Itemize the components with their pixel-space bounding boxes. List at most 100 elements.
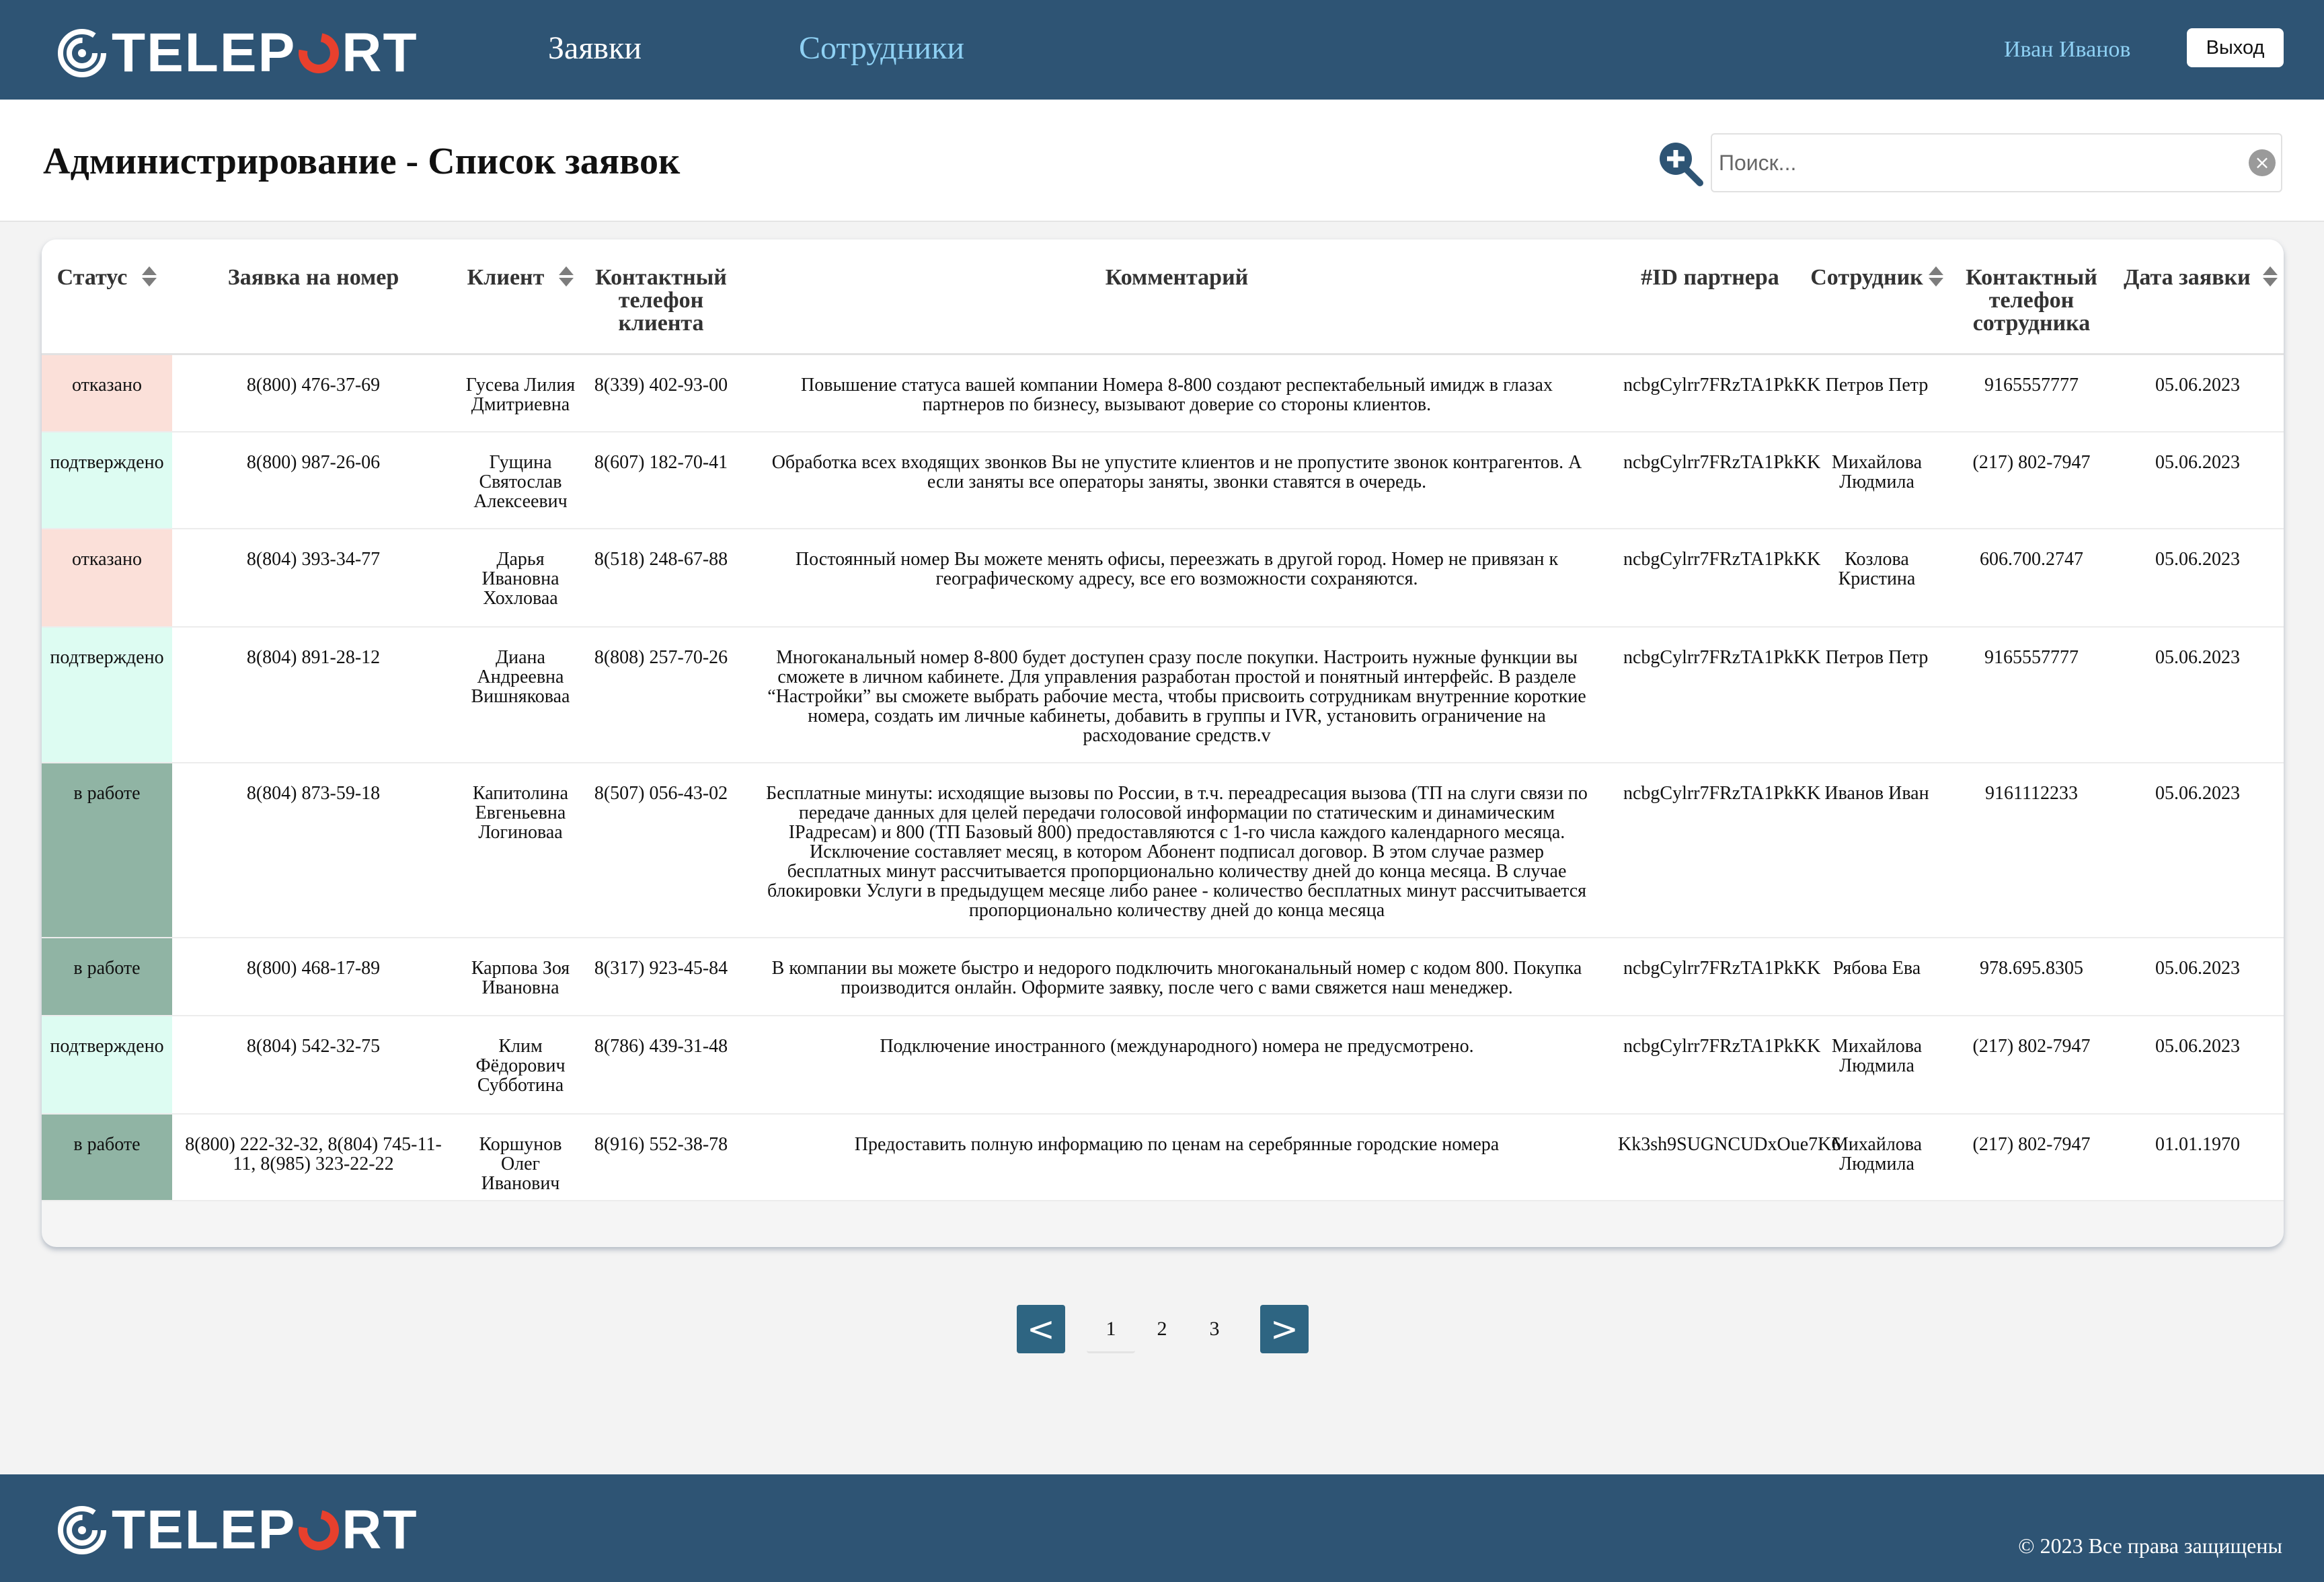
date-cell: 05.06.2023 bbox=[2112, 938, 2284, 1016]
nav-link-requests[interactable]: Заявки bbox=[548, 27, 642, 70]
client-cell: Капитолина Евгеньевна Логиноваа bbox=[455, 763, 586, 938]
employee-phone-cell: 9165557777 bbox=[1951, 627, 2112, 763]
partner-id-cell: ncbgCylrr7FRzTA1PkKK bbox=[1618, 529, 1820, 628]
column-header-employee[interactable]: Сотрудник bbox=[1802, 239, 1951, 355]
client-cell: Гусева Лилия Дмитриевна bbox=[455, 354, 586, 432]
spiral-logo-icon bbox=[56, 28, 108, 79]
comment-cell: Многоканальный номер 8-800 будет доступе… bbox=[736, 627, 1618, 763]
table-row[interactable]: подтверждено 8(800) 987-26-06 Гущина Свя… bbox=[42, 432, 2284, 529]
table-row[interactable]: отказано 8(800) 476-37-69 Гусева Лилия Д… bbox=[42, 354, 2284, 432]
partner-id-cell: ncbgCylrr7FRzTA1PkKK bbox=[1618, 354, 1820, 432]
table-header-row: Статус Заявка на номер Клиент Контактный… bbox=[42, 239, 2284, 355]
table-row[interactable]: подтверждено 8(804) 891-28-12 Диана Андр… bbox=[42, 627, 2284, 763]
status-cell: подтверждено bbox=[42, 1016, 172, 1115]
top-navbar: TELEP RT Заявки Сотрудники Иван Иванов Вы… bbox=[0, 0, 2324, 100]
employee-cell: Михайлова Людмила bbox=[1802, 1016, 1951, 1115]
number-cell: 8(800) 222-32-32, 8(804) 745-11-11, 8(98… bbox=[172, 1114, 455, 1201]
client-cell: Гущина Святослав Алексеевич bbox=[455, 432, 586, 529]
partner-id-cell: ncbgCylrr7FRzTA1PkKK bbox=[1618, 627, 1820, 763]
table-row[interactable]: в работе 8(800) 222-32-32, 8(804) 745-11… bbox=[42, 1114, 2284, 1201]
partner-id-cell: Kk3sh9SUGNCUDxOue7K6 bbox=[1618, 1114, 1841, 1201]
logout-button[interactable]: Выход bbox=[2187, 28, 2284, 67]
number-cell: 8(804) 891-28-12 bbox=[172, 627, 455, 763]
pagination-page-2[interactable]: 2 bbox=[1143, 1305, 1181, 1353]
requests-table: Статус Заявка на номер Клиент Контактный… bbox=[42, 239, 2284, 1201]
logo-wordmark: TELEP RT bbox=[112, 22, 418, 83]
client-cell: Дарья Ивановна Хохловаа bbox=[455, 529, 586, 628]
status-cell: отказано bbox=[42, 354, 172, 432]
sort-icon[interactable] bbox=[559, 266, 574, 287]
table-row[interactable]: отказано 8(804) 393-34-77 Дарья Ивановна… bbox=[42, 529, 2284, 628]
column-header-date[interactable]: Дата заявки bbox=[2112, 239, 2284, 355]
comment-cell: Предоставить полную информацию по ценам … bbox=[736, 1114, 1618, 1201]
column-header-label: Сотрудник bbox=[1810, 265, 1923, 290]
status-cell: отказано bbox=[42, 529, 172, 628]
client-phone-cell: 8(808) 257-70-26 bbox=[586, 627, 736, 763]
number-cell: 8(804) 393-34-77 bbox=[172, 529, 455, 628]
pagination-page-3[interactable]: 3 bbox=[1196, 1305, 1233, 1353]
nav-link-employees[interactable]: Сотрудники bbox=[799, 27, 964, 70]
employee-phone-cell: (217) 802-7947 bbox=[1951, 1114, 2112, 1201]
status-cell: подтверждено bbox=[42, 627, 172, 763]
employee-cell: Михайлова Людмила bbox=[1802, 432, 1951, 529]
column-header-client[interactable]: Клиент bbox=[455, 239, 586, 355]
spiral-logo-icon bbox=[56, 1505, 108, 1556]
client-phone-cell: 8(786) 439-31-48 bbox=[586, 1016, 736, 1115]
client-phone-cell: 8(916) 552-38-78 bbox=[586, 1114, 736, 1201]
employee-cell: Рябова Ева bbox=[1802, 938, 1951, 1016]
search-input[interactable] bbox=[1719, 135, 2230, 191]
date-cell: 05.06.2023 bbox=[2112, 627, 2284, 763]
sort-icon[interactable] bbox=[142, 266, 157, 287]
status-cell: в работе bbox=[42, 763, 172, 938]
pagination-page-1[interactable]: 1 bbox=[1087, 1305, 1135, 1353]
column-header-label: Статус bbox=[56, 265, 128, 290]
column-header-employee-phone: Контактный телефон сотрудника bbox=[1951, 239, 2112, 355]
employee-phone-cell: 606.700.2747 bbox=[1951, 529, 2112, 628]
employee-phone-cell: 978.695.8305 bbox=[1951, 938, 2112, 1016]
logo-o-ring-icon bbox=[290, 25, 348, 81]
pagination-prev-button[interactable]: < bbox=[1017, 1305, 1065, 1353]
number-cell: 8(800) 987-26-06 bbox=[172, 432, 455, 529]
table-row[interactable]: подтверждено 8(804) 542-32-75 Клим Фёдор… bbox=[42, 1016, 2284, 1115]
number-cell: 8(800) 476-37-69 bbox=[172, 354, 455, 432]
column-header-status[interactable]: Статус bbox=[42, 239, 172, 355]
table-row[interactable]: в работе 8(800) 468-17-89 Карпова Зоя Ив… bbox=[42, 938, 2284, 1016]
column-header-label: Клиент bbox=[467, 265, 545, 290]
footer-teleport-logo[interactable]: TELEP RT bbox=[56, 1499, 418, 1560]
footer: TELEP RT © 2023 Все права защищены bbox=[0, 1474, 2324, 1582]
teleport-logo[interactable]: TELEP RT bbox=[56, 22, 418, 83]
pagination-next-button[interactable]: > bbox=[1260, 1305, 1309, 1353]
logo-o-ring-icon bbox=[290, 1502, 348, 1558]
status-cell: подтверждено bbox=[42, 432, 172, 529]
logo-wordmark: TELEP RT bbox=[112, 1499, 418, 1560]
client-phone-cell: 8(507) 056-43-02 bbox=[586, 763, 736, 938]
clear-search-icon[interactable]: × bbox=[2249, 149, 2276, 176]
employee-phone-cell: 9165557777 bbox=[1951, 354, 2112, 432]
current-user-name[interactable]: Иван Иванов bbox=[2004, 34, 2130, 66]
client-phone-cell: 8(607) 182-70-41 bbox=[586, 432, 736, 529]
employee-phone-cell: (217) 802-7947 bbox=[1951, 432, 2112, 529]
partner-id-cell: ncbgCylrr7FRzTA1PkKK bbox=[1618, 763, 1820, 938]
employee-cell: Петров Петр bbox=[1802, 627, 1951, 763]
comment-cell: Подключение иностранного (международного… bbox=[736, 1016, 1618, 1115]
employee-phone-cell: 9161112233 bbox=[1951, 763, 2112, 938]
partner-id-cell: ncbgCylrr7FRzTA1PkKK bbox=[1618, 1016, 1820, 1115]
date-cell: 05.06.2023 bbox=[2112, 432, 2284, 529]
comment-cell: Постоянный номер Вы можете менять офисы,… bbox=[736, 529, 1618, 628]
sort-icon[interactable] bbox=[1928, 266, 1943, 287]
client-phone-cell: 8(317) 923-45-84 bbox=[586, 938, 736, 1016]
requests-table-card: Статус Заявка на номер Клиент Контактный… bbox=[42, 239, 2284, 1247]
comment-cell: В компании вы можете быстро и недорого п… bbox=[736, 938, 1618, 1016]
date-cell: 05.06.2023 bbox=[2112, 763, 2284, 938]
column-header-label: Дата заявки bbox=[2124, 265, 2251, 290]
client-phone-cell: 8(339) 402-93-00 bbox=[586, 354, 736, 432]
add-request-search-icon[interactable] bbox=[1657, 140, 1704, 187]
page-title-bar: Администрирование - Список заявок × bbox=[0, 100, 2324, 222]
number-cell: 8(804) 542-32-75 bbox=[172, 1016, 455, 1115]
sort-icon[interactable] bbox=[2262, 266, 2278, 287]
column-header-partner-id: #ID партнера bbox=[1618, 239, 1802, 355]
table-row[interactable]: в работе 8(804) 873-59-18 Капитолина Евг… bbox=[42, 763, 2284, 938]
number-cell: 8(800) 468-17-89 bbox=[172, 938, 455, 1016]
employee-cell: Михайлова Людмила bbox=[1802, 1114, 1951, 1201]
comment-cell: Бесплатные минуты: исходящие вызовы по Р… bbox=[736, 763, 1618, 938]
